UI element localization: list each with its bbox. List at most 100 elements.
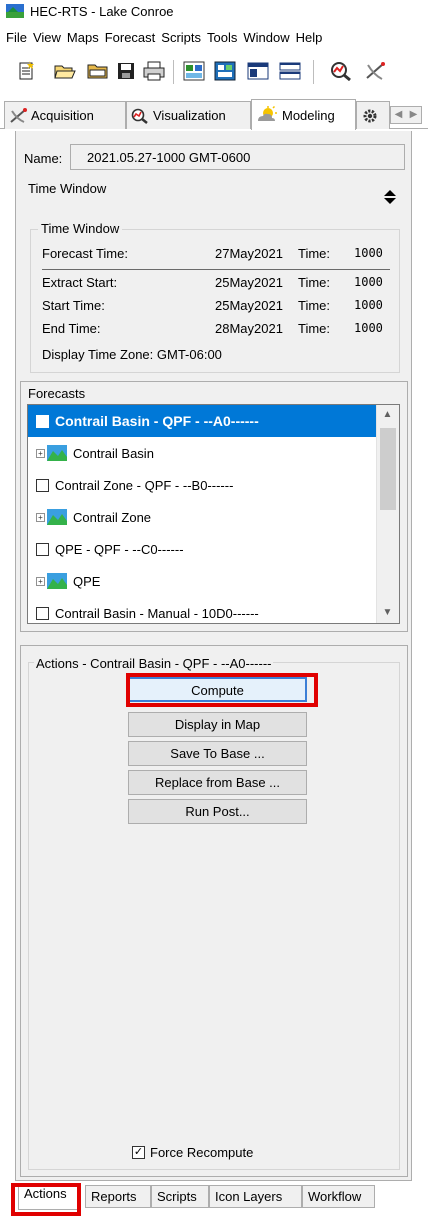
collapse-icon[interactable] — [383, 189, 397, 205]
extract-start-label: Extract Start: — [42, 275, 118, 290]
visualization-icon[interactable] — [328, 58, 354, 84]
tab-icon-layers[interactable]: Icon Layers — [209, 1185, 302, 1208]
list-item[interactable]: QPE - QPF - --C0------ — [28, 533, 378, 565]
visualization-icon — [131, 108, 148, 124]
compute-button[interactable]: Compute — [128, 677, 307, 702]
forecast-time-time-label: Time: — [298, 246, 331, 261]
forecast-name-field[interactable]: 2021.05.27-1000 GMT-0600 — [70, 144, 405, 170]
end-time-date[interactable]: 28May2021 — [215, 321, 283, 336]
tab-workflow[interactable]: Workflow — [302, 1185, 375, 1208]
force-recompute-row[interactable]: ✓ Force Recompute — [132, 1145, 253, 1160]
tab-modeling[interactable]: Modeling — [251, 99, 356, 130]
scrollbar-thumb[interactable] — [380, 428, 396, 510]
display-in-map-button[interactable]: Display in Map — [128, 712, 307, 737]
list-item[interactable]: Contrail Basin - Manual - 10D0------ — [28, 597, 378, 623]
display-time-zone: Display Time Zone: GMT-06:00 — [42, 347, 222, 362]
tab-acquisition[interactable]: Acquisition — [4, 101, 126, 129]
forecasts-legend: Forecasts — [28, 386, 86, 401]
hec-rts-app-icon — [6, 4, 24, 18]
checkbox[interactable] — [36, 414, 49, 428]
menu-help[interactable]: Help — [296, 27, 327, 49]
watershed-label: QPE — [73, 573, 101, 589]
list-item[interactable]: + Contrail Zone — [28, 501, 378, 533]
list-item[interactable]: Contrail Basin - QPF - --A0------ — [28, 405, 378, 437]
print-icon[interactable] — [141, 58, 167, 84]
replace-from-base-button[interactable]: Replace from Base ... — [128, 770, 307, 795]
menu-file[interactable]: File — [6, 27, 31, 49]
tab-actions[interactable]: Actions — [18, 1183, 81, 1210]
menu-bar: File View Maps Forecast Scripts Tools Wi… — [0, 27, 428, 49]
tab-reports[interactable]: Reports — [85, 1185, 151, 1208]
window-icon[interactable] — [245, 58, 271, 84]
toolbar — [0, 54, 428, 94]
time-window-divider — [42, 269, 390, 270]
actions-group — [28, 662, 400, 1170]
actions-legend: Actions - Contrail Basin - QPF - --A0---… — [34, 656, 274, 671]
modeling-icon — [258, 106, 277, 121]
end-time-row: End Time: 28May2021 Time: 1000 — [42, 321, 392, 339]
start-time-date[interactable]: 25May2021 — [215, 298, 283, 313]
end-time-time-label: Time: — [298, 321, 331, 336]
tile-icon[interactable] — [277, 58, 303, 84]
open-icon[interactable] — [52, 58, 78, 84]
watershed-label: Contrail Zone — [73, 509, 152, 525]
expand-icon[interactable]: + — [36, 576, 45, 586]
menu-forecast[interactable]: Forecast — [105, 27, 160, 49]
module-tabs: Acquisition Visualization Modeling — [0, 99, 428, 130]
tab-settings[interactable] — [356, 101, 390, 129]
tab-scroll-right-icon[interactable]: ▶ — [406, 107, 421, 123]
menu-window[interactable]: Window — [243, 27, 293, 49]
expand-icon[interactable]: + — [36, 448, 45, 458]
list-item[interactable]: + QPE — [28, 565, 378, 597]
checkbox[interactable] — [36, 478, 49, 492]
name-label: Name: — [24, 151, 63, 166]
menu-tools[interactable]: Tools — [207, 27, 241, 49]
save-icon[interactable] — [113, 58, 139, 84]
forecasts-list[interactable]: Contrail Basin - QPF - --A0------ + Cont… — [27, 404, 400, 624]
scroll-down-icon[interactable]: ▼ — [376, 603, 399, 623]
tab-scroll-buttons: ◀ ▶ — [390, 106, 422, 124]
save-to-base-button[interactable]: Save To Base ... — [128, 741, 307, 766]
expand-icon[interactable]: + — [36, 512, 45, 522]
menu-scripts[interactable]: Scripts — [161, 27, 205, 49]
extract-start-date[interactable]: 25May2021 — [215, 275, 283, 290]
gear-icon — [363, 109, 377, 122]
tab-scroll-left-icon[interactable]: ◀ — [391, 107, 406, 123]
list-item[interactable]: Contrail Zone - QPF - --B0------ — [28, 469, 378, 501]
watershed-icon — [47, 573, 67, 589]
alternative-label: Contrail Basin - Manual - 10D0------ — [55, 605, 259, 621]
forecast-time-time[interactable]: 1000 — [354, 246, 383, 260]
menu-maps[interactable]: Maps — [67, 27, 103, 49]
checkbox[interactable] — [36, 542, 49, 556]
tab-acquisition-label: Acquisition — [31, 108, 94, 123]
force-recompute-checkbox[interactable]: ✓ — [132, 1146, 145, 1159]
extract-start-time[interactable]: 1000 — [354, 275, 383, 289]
open-folder-icon[interactable] — [85, 58, 111, 84]
tab-visualization[interactable]: Visualization — [126, 101, 251, 129]
forecast-time-label: Forecast Time: — [42, 246, 128, 261]
extract-start-row: Extract Start: 25May2021 Time: 1000 — [42, 275, 392, 293]
run-post-button[interactable]: Run Post... — [128, 799, 307, 824]
list-item[interactable]: + Contrail Basin — [28, 437, 378, 469]
checkbox[interactable] — [36, 606, 49, 620]
window-title: HEC-RTS - Lake Conroe — [30, 4, 174, 19]
start-time-time[interactable]: 1000 — [354, 298, 383, 312]
end-time-label: End Time: — [42, 321, 101, 336]
time-window-header: Time Window — [28, 181, 107, 196]
tab-modeling-label: Modeling — [282, 107, 335, 123]
end-time-time[interactable]: 1000 — [354, 321, 383, 335]
menu-view[interactable]: View — [33, 27, 65, 49]
watershed-label: Contrail Basin — [73, 445, 154, 461]
tab-visualization-label: Visualization — [153, 108, 226, 123]
forecast-time-row: Forecast Time: 27May2021 Time: 1000 — [42, 246, 392, 264]
tab-scripts[interactable]: Scripts — [151, 1185, 209, 1208]
alternative-label: QPE - QPF - --C0------ — [55, 541, 184, 557]
new-icon[interactable] — [14, 58, 40, 84]
alternative-label: Contrail Zone - QPF - --B0------ — [55, 477, 234, 493]
compute-icon[interactable] — [212, 58, 238, 84]
acquisition-icon[interactable] — [362, 58, 388, 84]
refresh-icon[interactable] — [181, 58, 207, 84]
alternative-label: Contrail Basin - QPF - --A0------ — [55, 413, 259, 429]
scroll-up-icon[interactable]: ▲ — [376, 405, 399, 425]
forecast-time-date[interactable]: 27May2021 — [215, 246, 283, 261]
